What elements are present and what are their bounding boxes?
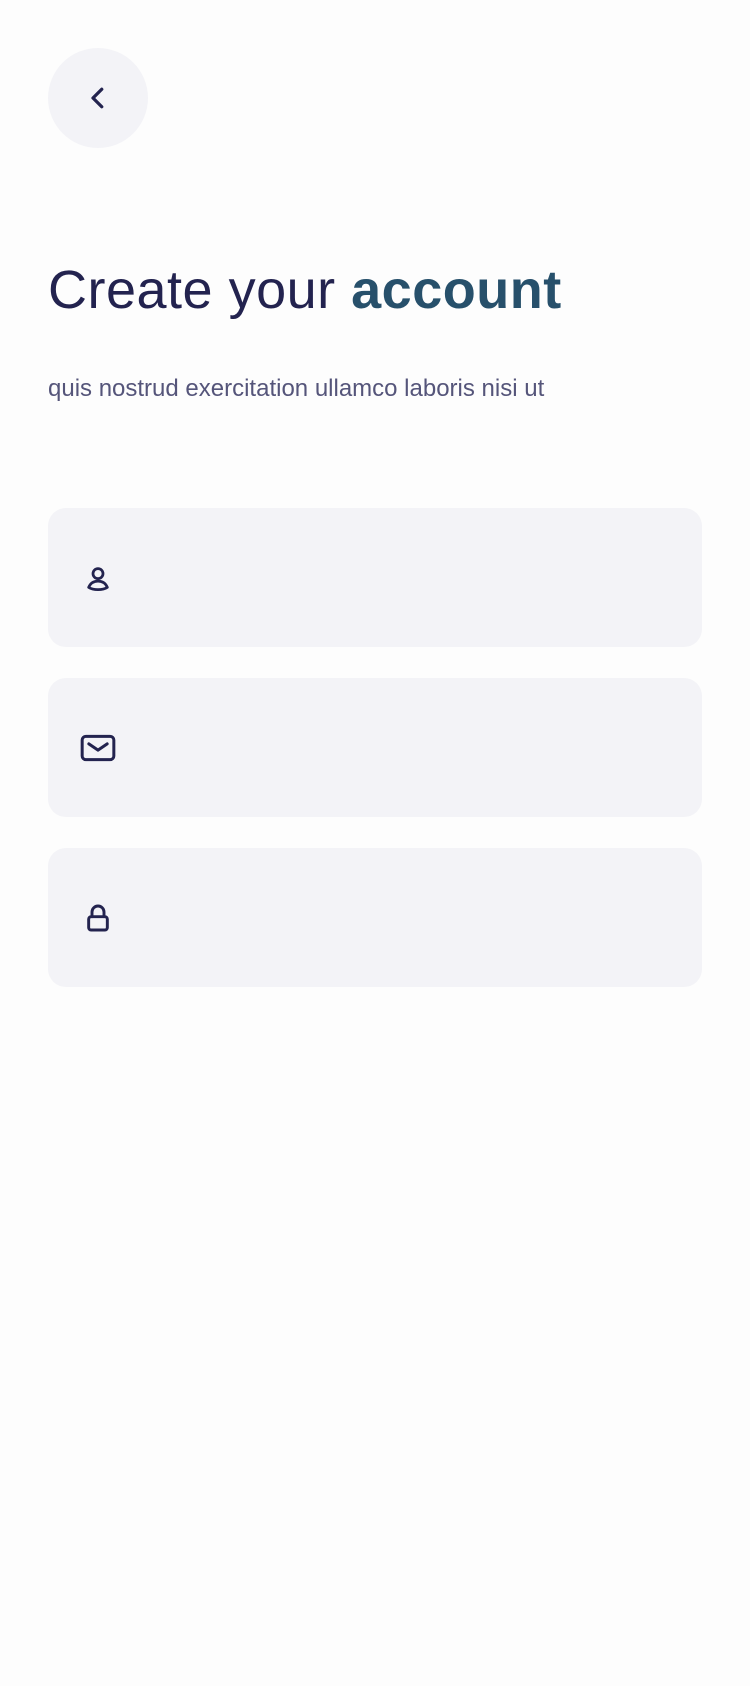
page-title: Create your account — [48, 258, 562, 322]
password-field[interactable] — [48, 848, 702, 987]
back-button[interactable] — [48, 48, 148, 148]
chevron-left-icon — [83, 83, 113, 113]
password-input[interactable] — [148, 848, 678, 987]
email-input[interactable] — [148, 678, 678, 817]
lock-icon — [78, 898, 118, 938]
name-field[interactable] — [48, 508, 702, 647]
name-input[interactable] — [148, 508, 678, 647]
user-icon — [78, 558, 118, 598]
mail-icon — [78, 728, 118, 768]
title-prefix: Create your — [48, 260, 352, 320]
page-subtitle: quis nostrud exercitation ullamco labori… — [48, 375, 545, 402]
email-field[interactable] — [48, 678, 702, 817]
title-accent: account — [351, 260, 562, 320]
